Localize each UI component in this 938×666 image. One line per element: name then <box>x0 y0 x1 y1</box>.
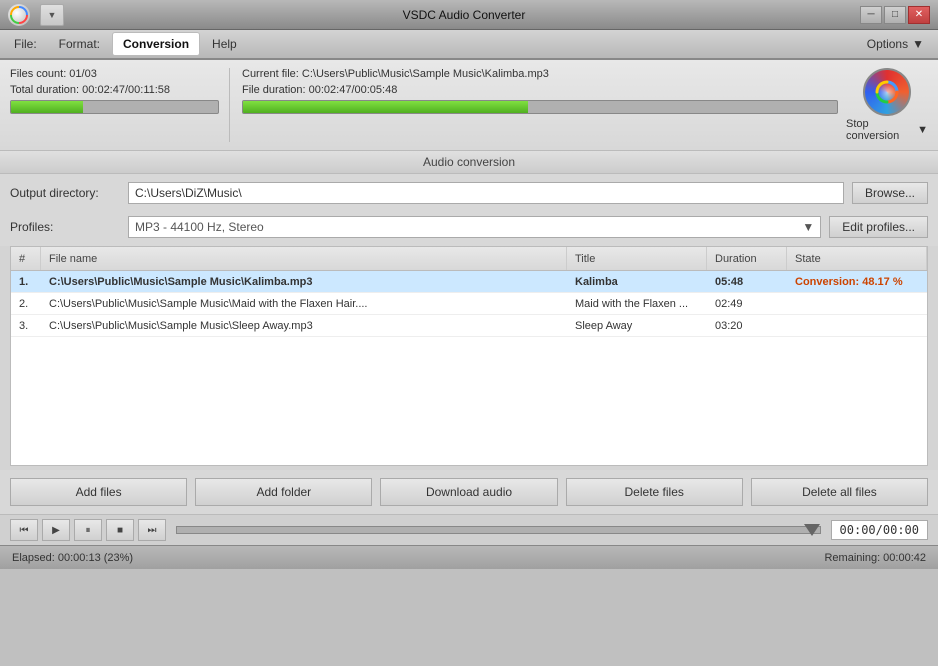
quick-toolbar: ▼ <box>36 2 68 28</box>
delete-files-btn[interactable]: Delete files <box>566 478 743 506</box>
row-title: Kalimba <box>567 273 707 291</box>
table-header: # File name Title Duration State <box>11 247 927 271</box>
col-header-state: State <box>787 247 927 270</box>
stop-btn[interactable]: ■ <box>106 519 134 541</box>
delete-all-btn[interactable]: Delete all files <box>751 478 928 506</box>
options-btn[interactable]: Options ▼ <box>857 33 934 55</box>
elapsed-status: Elapsed: 00:00:13 (23%) <box>12 552 133 564</box>
row-title: Maid with the Flaxen ... <box>567 295 707 313</box>
current-file: Current file: C:\Users\Public\Music\Samp… <box>242 68 838 80</box>
play-btn[interactable]: ▶ <box>42 519 70 541</box>
row-num: 1. <box>11 273 41 291</box>
output-field[interactable]: C:\Users\DiZ\Music\ <box>128 182 844 204</box>
stop-conversion-btn[interactable]: Stop conversion ▼ <box>846 68 928 142</box>
transport-row: ⏮ ▶ ⏸ ■ ⏭ 00:00/00:00 <box>0 514 938 545</box>
options-label: Options <box>867 37 908 51</box>
main-content: Output directory: C:\Users\DiZ\Music\ Br… <box>0 174 938 545</box>
bottom-buttons: Add files Add folder Download audio Dele… <box>0 470 938 514</box>
close-btn[interactable]: ✕ <box>908 6 930 24</box>
app-icon <box>8 4 30 26</box>
row-title: Sleep Away <box>567 317 707 335</box>
title-bar-left: ▼ <box>8 2 68 28</box>
table-row[interactable]: 1. C:\Users\Public\Music\Sample Music\Ka… <box>11 271 927 293</box>
row-state <box>787 323 927 329</box>
row-num: 3. <box>11 317 41 335</box>
profiles-select[interactable]: MP3 - 44100 Hz, Stereo ▼ <box>128 216 821 238</box>
row-duration: 02:49 <box>707 295 787 313</box>
options-arrow-icon: ▼ <box>912 37 924 51</box>
profiles-label: Profiles: <box>10 220 120 234</box>
stop-dropdown-icon: ▼ <box>917 124 928 136</box>
status-panel: Files count: 01/03 Total duration: 00:02… <box>0 60 938 151</box>
output-label: Output directory: <box>10 186 120 200</box>
row-state: Conversion: 48.17 % <box>787 273 927 291</box>
row-filename: C:\Users\Public\Music\Sample Music\Sleep… <box>41 317 567 335</box>
row-duration: 03:20 <box>707 317 787 335</box>
row-duration: 05:48 <box>707 273 787 291</box>
menu-bar: File: Format: Conversion Help Options ▼ <box>0 30 938 60</box>
row-state <box>787 301 927 307</box>
profiles-row: Profiles: MP3 - 44100 Hz, Stereo ▼ Edit … <box>0 212 938 246</box>
menu-help[interactable]: Help <box>202 32 247 56</box>
seek-thumb <box>804 524 820 536</box>
edit-profiles-btn[interactable]: Edit profiles... <box>829 216 928 238</box>
window-title: VSDC Audio Converter <box>403 8 526 22</box>
table-row[interactable]: 3. C:\Users\Public\Music\Sample Music\Sl… <box>11 315 927 337</box>
file-progress-bar <box>242 100 838 114</box>
window-controls: ─ □ ✕ <box>860 6 930 24</box>
status-left: Files count: 01/03 Total duration: 00:02… <box>10 68 230 142</box>
total-progress-fill <box>11 101 83 113</box>
stop-btn-label: Stop conversion ▼ <box>846 118 928 142</box>
profiles-dropdown-icon: ▼ <box>802 220 814 234</box>
col-header-duration: Duration <box>707 247 787 270</box>
seek-bar[interactable] <box>176 526 821 534</box>
menu-conversion[interactable]: Conversion <box>112 32 200 56</box>
rewind-btn[interactable]: ⏮ <box>10 519 38 541</box>
download-audio-btn[interactable]: Download audio <box>380 478 557 506</box>
profiles-value: MP3 - 44100 Hz, Stereo <box>135 220 264 234</box>
col-header-num: # <box>11 247 41 270</box>
pause-btn[interactable]: ⏸ <box>74 519 102 541</box>
maximize-btn[interactable]: □ <box>884 6 906 24</box>
time-display: 00:00/00:00 <box>831 520 928 540</box>
table-body: 1. C:\Users\Public\Music\Sample Music\Ka… <box>11 271 927 466</box>
pause-icon: ⏸ <box>86 525 91 536</box>
add-folder-btn[interactable]: Add folder <box>195 478 372 506</box>
row-filename: C:\Users\Public\Music\Sample Music\Kalim… <box>41 273 567 291</box>
row-num: 2. <box>11 295 41 313</box>
total-duration: Total duration: 00:02:47/00:11:58 <box>10 84 219 96</box>
add-files-btn[interactable]: Add files <box>10 478 187 506</box>
status-middle: Current file: C:\Users\Public\Music\Samp… <box>230 68 838 142</box>
files-count: Files count: 01/03 <box>10 68 219 80</box>
output-value: C:\Users\DiZ\Music\ <box>135 186 242 200</box>
menu-file[interactable]: File: <box>4 32 47 56</box>
table-row[interactable]: 2. C:\Users\Public\Music\Sample Music\Ma… <box>11 293 927 315</box>
col-header-title: Title <box>567 247 707 270</box>
rewind-icon: ⏮ <box>20 525 29 536</box>
table-empty-space <box>11 337 927 466</box>
conversion-banner: Audio conversion <box>0 151 938 174</box>
row-filename: C:\Users\Public\Music\Sample Music\Maid … <box>41 295 567 313</box>
total-progress-bar <box>10 100 219 114</box>
remaining-status: Remaining: 00:00:42 <box>824 552 926 564</box>
minimize-btn[interactable]: ─ <box>860 6 882 24</box>
menu-format[interactable]: Format: <box>49 32 110 56</box>
quick-menu-btn[interactable]: ▼ <box>40 4 64 26</box>
play-icon: ▶ <box>52 525 60 536</box>
file-table: # File name Title Duration State 1. C:\U… <box>10 246 928 466</box>
file-duration: File duration: 00:02:47/00:05:48 <box>242 84 838 96</box>
forward-icon: ⏭ <box>148 525 157 536</box>
col-header-filename: File name <box>41 247 567 270</box>
output-row: Output directory: C:\Users\DiZ\Music\ Br… <box>0 174 938 212</box>
status-right: Stop conversion ▼ <box>838 68 928 142</box>
file-progress-fill <box>243 101 528 113</box>
title-bar: ▼ VSDC Audio Converter ─ □ ✕ <box>0 0 938 30</box>
browse-btn[interactable]: Browse... <box>852 182 928 204</box>
stop-icon <box>863 68 911 116</box>
forward-btn[interactable]: ⏭ <box>138 519 166 541</box>
menu-right: Options ▼ <box>857 33 934 55</box>
stop-icon: ■ <box>117 525 123 536</box>
stop-text: Stop conversion <box>846 118 915 142</box>
status-bar: Elapsed: 00:00:13 (23%) Remaining: 00:00… <box>0 545 938 569</box>
